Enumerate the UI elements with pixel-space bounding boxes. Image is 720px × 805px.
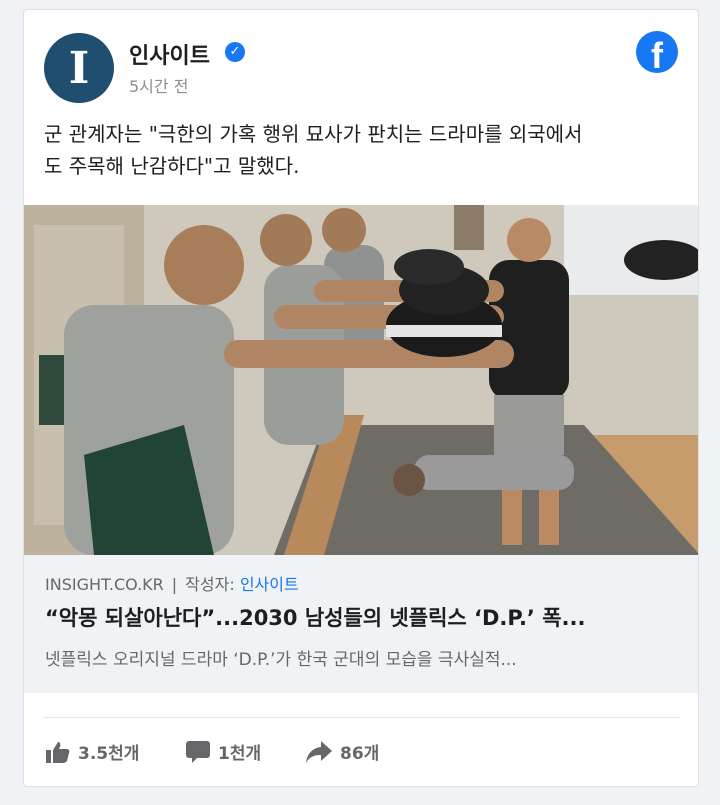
page-name[interactable]: 인사이트 [129,38,210,70]
link-preview[interactable]: INSIGHT.CO.KR | 작성자: 인사이트 “악몽 되살아난다”...203… [24,555,698,693]
thumbs-up-icon [46,741,70,763]
post-photo[interactable] [24,205,698,555]
share-arrow-icon [306,740,332,763]
link-separator: | [171,575,178,594]
post-text-line-2: 도 주목해 난감하다"고 말했다. [44,154,300,178]
action-bar: 3.5천개 1천개 86개 [24,735,698,775]
link-description: 넷플릭스 오리지널 드라마 ‘D.P.’가 한국 군대의 모습을 극사실적... [45,650,517,670]
author-label: 작성자: [185,575,235,594]
avatar-letter: I [68,42,90,94]
share-button[interactable]: 86개 [306,739,379,764]
post-timestamp[interactable]: 5시간 전 [129,73,188,97]
link-source: INSIGHT.CO.KR | 작성자: 인사이트 [45,571,299,595]
post-text: 군 관계자는 "극한의 가혹 행위 묘사가 판치는 드라마를 외국에서 도 주목… [44,118,684,182]
comment-count: 1천개 [218,744,262,764]
post-text-line-1: 군 관계자는 "극한의 가혹 행위 묘사가 판치는 드라마를 외국에서 [44,122,583,146]
photo-illustration [24,205,698,555]
author-name[interactable]: 인사이트 [240,575,299,594]
comment-button[interactable]: 1천개 [186,739,261,764]
link-title[interactable]: “악몽 되살아난다”...2030 남성들의 넷플릭스 ‘D.P.’ 폭... [45,602,680,632]
link-domain: INSIGHT.CO.KR [45,575,164,594]
like-count: 3.5천개 [78,744,140,764]
post-header: I 인사이트 ✓ 5시간 전 f [24,10,698,110]
comment-bubble-icon [186,740,210,763]
verified-badge-icon: ✓ [225,42,245,62]
like-button[interactable]: 3.5천개 [46,739,139,764]
divider [44,717,680,718]
facebook-logo-icon[interactable]: f [636,31,678,73]
page-avatar[interactable]: I [44,33,114,103]
share-count: 86개 [340,744,380,764]
post-card: I 인사이트 ✓ 5시간 전 f 군 관계자는 "극한의 가혹 행위 묘사가 판… [23,9,699,787]
